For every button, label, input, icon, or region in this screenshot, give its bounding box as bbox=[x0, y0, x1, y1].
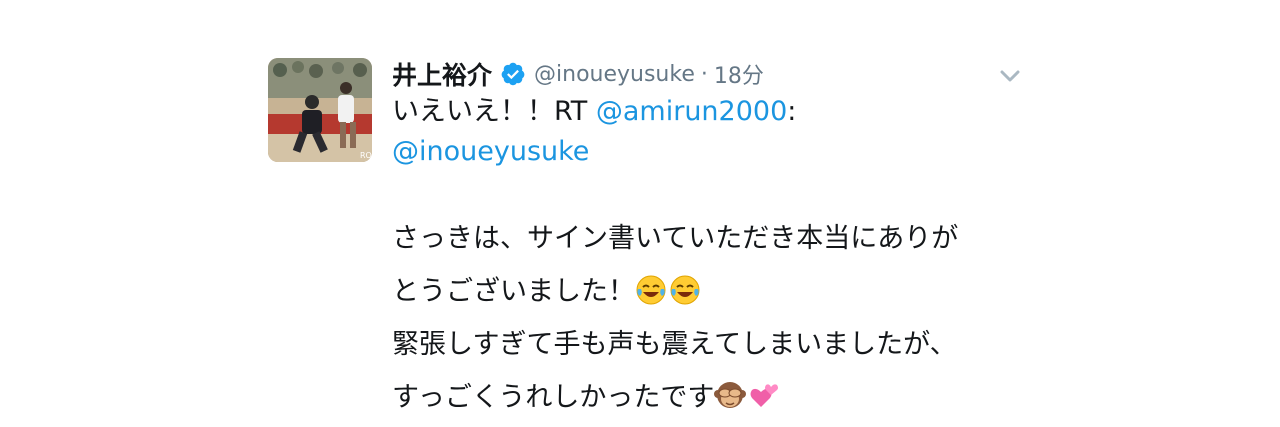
handle[interactable]: @inoueyusuke bbox=[534, 62, 695, 87]
face-with-tears-of-joy-emoji bbox=[635, 271, 667, 305]
tweet-line-1: いえいえ！！RT @amirun2000: bbox=[392, 92, 1022, 132]
tweet-text-line: 緊張しすぎて手も声も震えてしまいましたが、 bbox=[392, 329, 957, 360]
mention-link[interactable]: @inoueyusuke bbox=[392, 136, 589, 167]
tweet-text-segment: すっごくうれしかったです bbox=[392, 382, 715, 413]
tweet-text-line: すっごくうれしかったです bbox=[392, 371, 1022, 424]
tweet-text-line: とうございました！ bbox=[392, 265, 1022, 318]
verified-badge-icon bbox=[500, 61, 526, 87]
svg-text:RO: RO bbox=[360, 151, 372, 160]
separator-dot: · bbox=[700, 61, 708, 87]
mention-link[interactable]: @amirun2000 bbox=[596, 96, 787, 127]
display-name[interactable]: 井上裕介 bbox=[392, 56, 492, 92]
timestamp[interactable]: 18分 bbox=[714, 58, 764, 90]
see-no-evil-monkey-emoji bbox=[714, 377, 747, 409]
tweet-line-2: @inoueyusuke bbox=[392, 132, 1022, 172]
tweet-text: いえいえ！！RT @amirun2000: @inoueyusuke さっきは、… bbox=[392, 92, 1022, 424]
avatar[interactable]: RO bbox=[268, 58, 372, 162]
chevron-down-icon[interactable] bbox=[998, 64, 1022, 88]
tweet[interactable]: RO 井上裕介 @inoueyusuke · 18分 いえいえ！！RT @ami… bbox=[268, 54, 1028, 414]
tweet-text-segment: とうございました！ bbox=[392, 276, 635, 307]
tweet-text-line: さっきは、サイン書いていただき本当にありが bbox=[392, 223, 959, 254]
tweet-text-prefix: いえいえ！！RT bbox=[392, 96, 596, 127]
tweet-header: 井上裕介 @inoueyusuke · 18分 bbox=[392, 54, 764, 94]
face-with-tears-of-joy-emoji bbox=[669, 271, 701, 305]
mention-suffix: : bbox=[787, 96, 797, 127]
two-hearts-emoji bbox=[748, 377, 780, 409]
tweet-paragraph: さっきは、サイン書いていただき本当にありが とうございました！ 緊張しすぎて手も… bbox=[392, 212, 1022, 424]
avatar-photo: RO bbox=[268, 58, 372, 162]
